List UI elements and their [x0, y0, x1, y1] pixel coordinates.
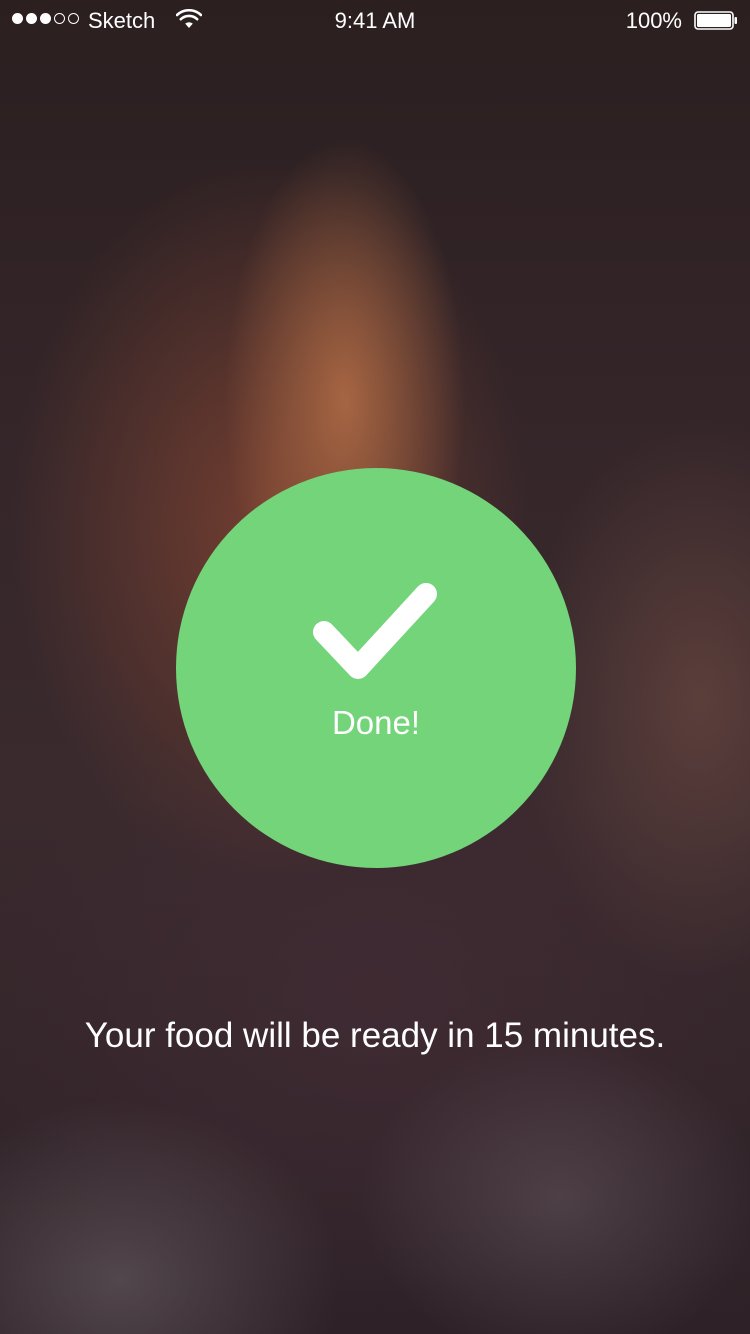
checkmark-icon [313, 583, 437, 679]
battery-percent: 100% [625, 8, 682, 33]
done-confirmation-badge: Done! [176, 468, 576, 868]
ready-time-message: Your food will be ready in 15 minutes. [84, 1016, 666, 1055]
order-confirmation-screen: Sketch 9:41 AM 100% Done! Your food will… [0, 0, 750, 1334]
battery-icon [694, 11, 737, 30]
status-bar: Sketch 9:41 AM 100% [0, 0, 750, 40]
done-label: Done! [331, 704, 421, 741]
